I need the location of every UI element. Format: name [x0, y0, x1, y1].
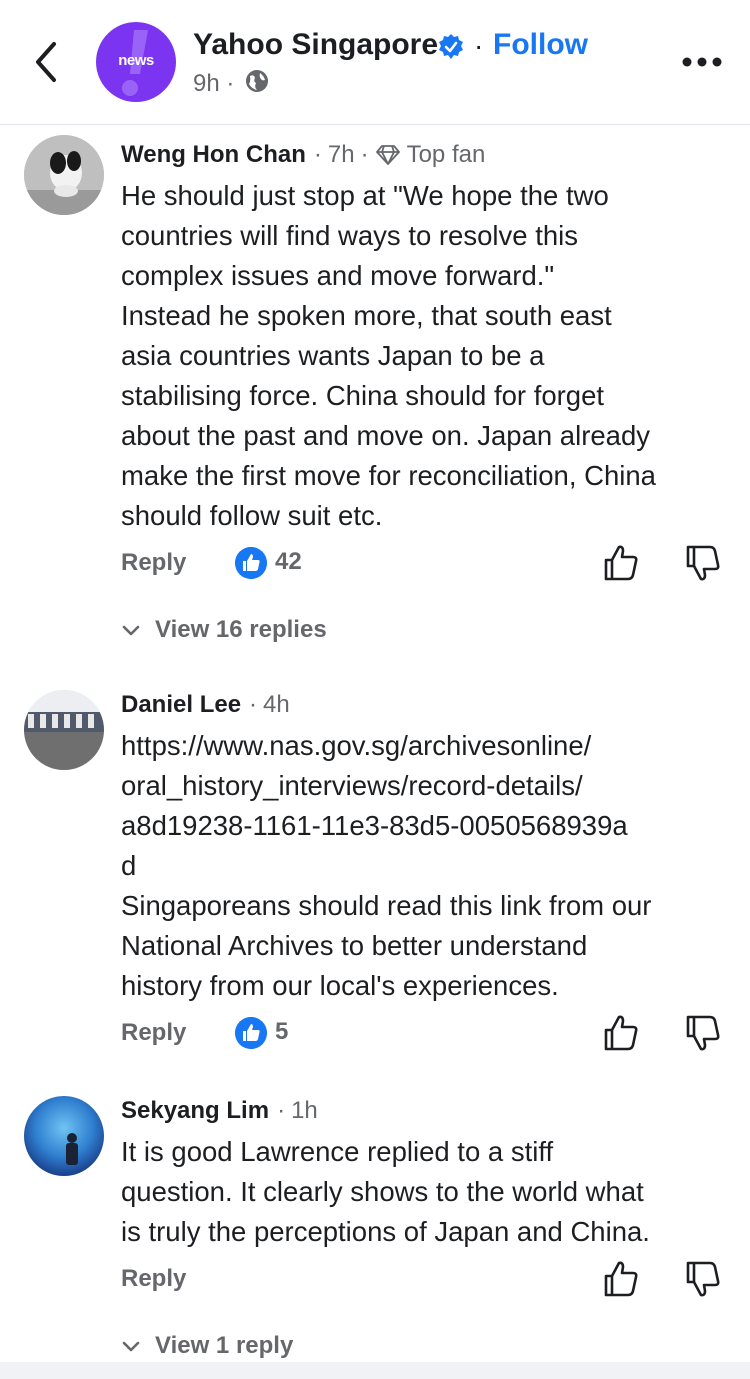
comment-text: It is good Lawrence replied to a stiff q… [121, 1136, 650, 1247]
comment-author[interactable]: Weng Hon Chan [121, 141, 306, 169]
like-reaction-icon [235, 547, 267, 579]
avatar[interactable] [24, 690, 104, 770]
meta-separator: · [360, 141, 369, 168]
chevron-down-icon [122, 1341, 140, 1352]
chevron-down-icon [122, 625, 140, 636]
globe-icon [246, 70, 268, 92]
view-replies-label: View 16 replies [155, 616, 327, 643]
comment-actions: Reply 42 [121, 543, 731, 587]
comment-meta: Weng Hon Chan · 7h · Top fan [121, 141, 485, 169]
meta-separator: · [313, 141, 322, 168]
comment-meta: Daniel Lee · 4h [121, 691, 290, 719]
comment-meta: Sekyang Lim · 1h [121, 1097, 318, 1125]
top-fan-badge: Top fan [406, 141, 486, 168]
thumbs-down-icon[interactable] [685, 1013, 721, 1053]
view-replies-label: View 1 reply [155, 1332, 294, 1359]
reply-button[interactable]: Reply [121, 549, 186, 577]
verified-badge-icon [439, 34, 463, 59]
bottom-edge [0, 1362, 750, 1379]
thumbs-up-icon[interactable] [603, 1259, 639, 1299]
comment-text: He should just stop at "We hope the two … [121, 180, 656, 531]
view-replies-button[interactable]: View 16 replies [121, 616, 327, 644]
comment-time: 4h [263, 691, 290, 718]
more-options-icon[interactable] [680, 52, 724, 72]
header-separator: · [474, 30, 484, 61]
back-arrow-icon[interactable] [30, 40, 64, 84]
reply-button[interactable]: Reply [121, 1019, 186, 1047]
meta-separator: · [277, 1097, 286, 1124]
thumbs-down-icon[interactable] [685, 1259, 721, 1299]
logo-text: news [118, 52, 154, 69]
diamond-icon [375, 145, 400, 165]
avatar[interactable] [24, 135, 104, 215]
yahoo-news-logo[interactable]: news [96, 22, 176, 102]
page-name[interactable]: Yahoo Singapore [193, 28, 438, 62]
comment-actions: Reply [121, 1259, 731, 1303]
post-meta-dot: · [226, 70, 235, 97]
comment-actions: Reply 5 [121, 1013, 731, 1057]
post-meta: 9h · [193, 70, 234, 98]
meta-separator: · [249, 691, 258, 718]
comment-author[interactable]: Sekyang Lim [121, 1097, 269, 1125]
like-count: 42 [275, 548, 302, 575]
avatar[interactable] [24, 1096, 104, 1176]
thumbs-up-icon[interactable] [603, 1013, 639, 1053]
comment-time: 1h [291, 1097, 318, 1124]
like-reaction-icon [235, 1017, 267, 1049]
like-count: 5 [275, 1018, 289, 1045]
follow-button[interactable]: Follow [493, 28, 588, 62]
comment-text: https://www.nas.gov.sg/archivesonline/ o… [121, 730, 652, 1001]
thumbs-down-icon[interactable] [685, 543, 721, 583]
comment-time: 7h [327, 141, 355, 168]
view-replies-button[interactable]: View 1 reply [121, 1332, 293, 1360]
thumbs-up-icon[interactable] [603, 543, 639, 583]
post-time: 9h [193, 70, 220, 97]
reply-button[interactable]: Reply [121, 1265, 186, 1293]
post-header: news Yahoo Singapore · Follow 9h · [0, 0, 750, 125]
comment-author[interactable]: Daniel Lee [121, 691, 241, 719]
